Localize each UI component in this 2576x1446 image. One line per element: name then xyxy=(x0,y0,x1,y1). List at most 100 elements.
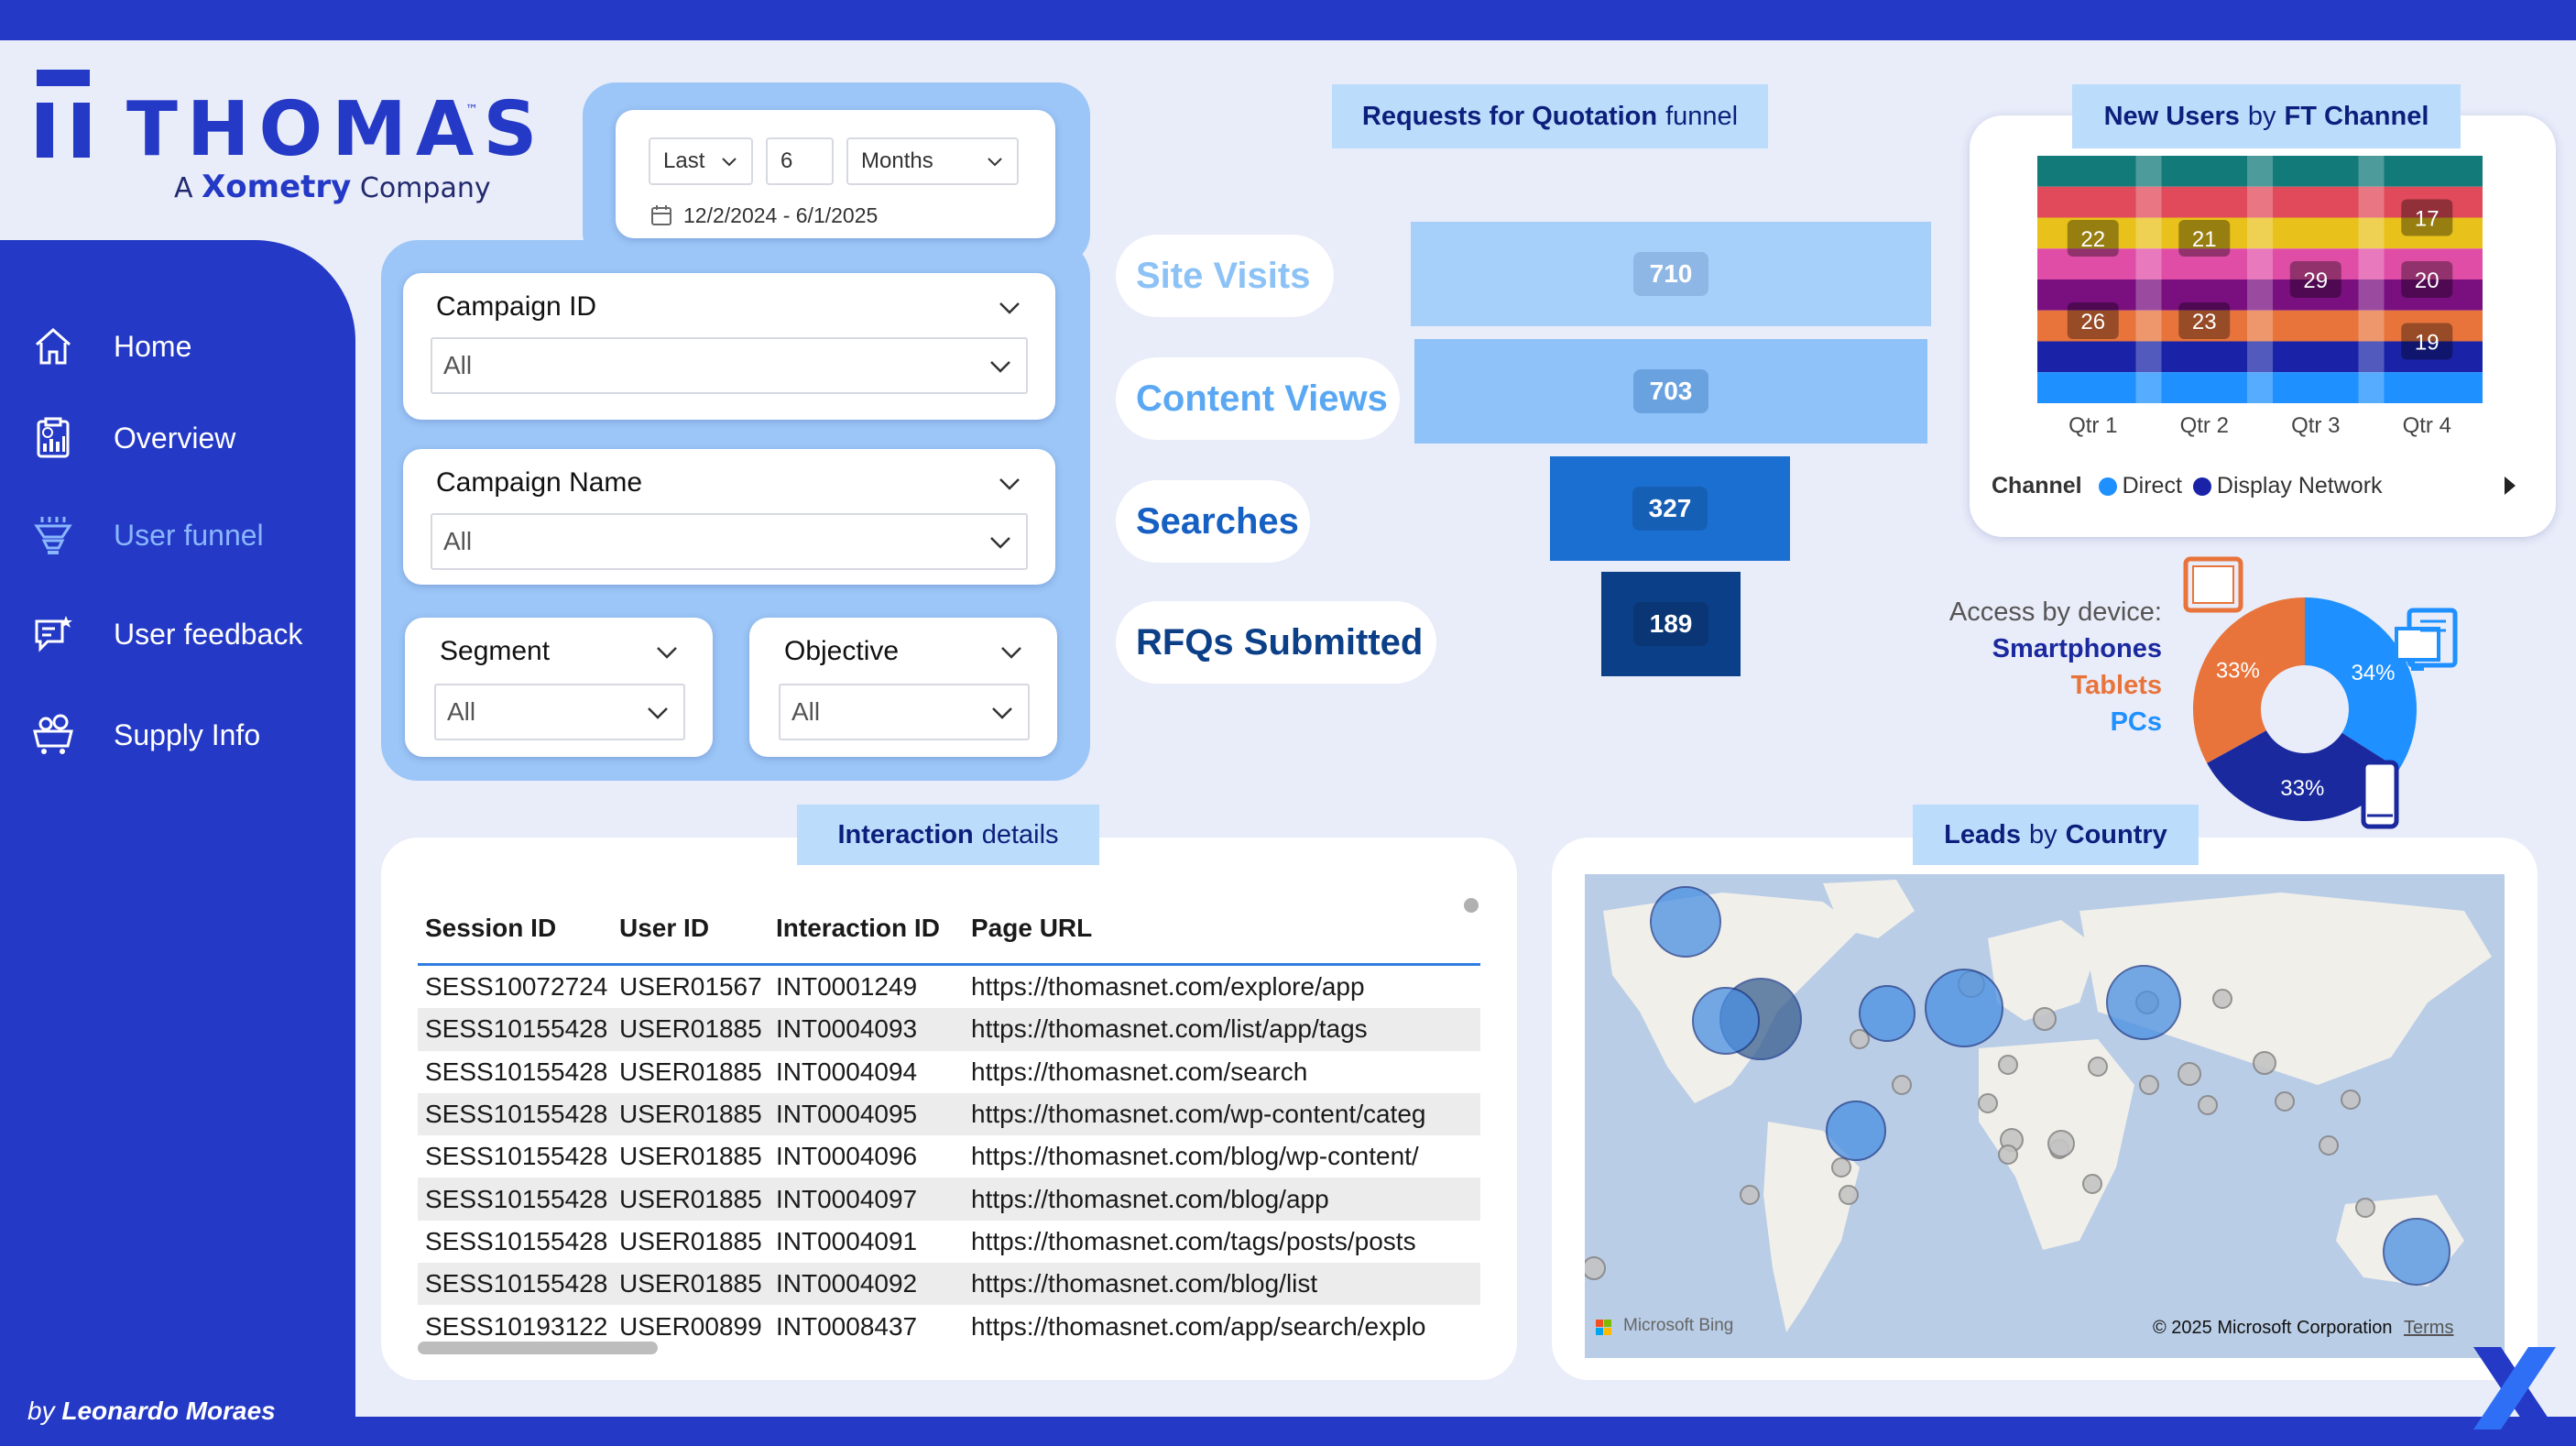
lead-bubble[interactable] xyxy=(2047,1130,2075,1157)
column-header[interactable]: Page URL xyxy=(964,914,1458,943)
table-row[interactable]: SESS10155428 USER01885 INT0004093 https:… xyxy=(418,1008,1480,1051)
table-row[interactable]: SESS10155428 USER01885 INT0004094 https:… xyxy=(418,1051,1480,1093)
legend-next-arrow-icon[interactable] xyxy=(2501,475,2519,497)
horizontal-scrollbar[interactable] xyxy=(418,1342,658,1354)
map-terms-link[interactable]: Terms xyxy=(2404,1318,2453,1339)
nav-item-supply-info[interactable]: Supply Info xyxy=(31,706,343,764)
segment-dropdown[interactable]: All xyxy=(434,684,685,740)
calendar-icon xyxy=(651,204,671,225)
lead-bubble[interactable] xyxy=(1826,1101,1886,1161)
cell-page-url: https://thomasnet.com/blog/wp-content/ xyxy=(971,1142,1419,1171)
lead-bubble[interactable] xyxy=(1850,1029,1870,1049)
column-header[interactable]: Session ID xyxy=(418,914,612,943)
cell-user-id: USER01885 xyxy=(619,1100,762,1129)
table-row[interactable]: SESS10155428 USER01885 INT0004095 https:… xyxy=(418,1092,1480,1136)
nav-item-user-funnel[interactable]: User funnel xyxy=(31,506,343,564)
funnel-icon xyxy=(34,517,72,554)
cell-page-url: https://thomasnet.com/app/search/explo xyxy=(971,1311,1426,1341)
lead-bubble[interactable] xyxy=(2178,1062,2201,1086)
chevron-down-icon[interactable] xyxy=(999,640,1024,665)
legend-label: Display Network xyxy=(2216,473,2383,498)
leads-bubble-map[interactable] xyxy=(1585,874,2505,1358)
nav-item-overview[interactable]: Overview xyxy=(31,409,343,467)
cell-page-url: https://thomasnet.com/list/app/tags xyxy=(971,1014,1368,1044)
lead-bubble[interactable] xyxy=(2106,965,2181,1040)
lead-bubble[interactable] xyxy=(1998,1055,2018,1075)
date-range: 12/2/2024 - 6/1/2025 xyxy=(650,203,878,228)
lead-bubble[interactable] xyxy=(2383,1218,2450,1286)
objective-dropdown[interactable]: All xyxy=(779,684,1030,740)
lead-bubble[interactable] xyxy=(2341,1090,2361,1110)
table-row[interactable]: SESS10072724 USER01567 INT0001249 https:… xyxy=(418,966,1480,1008)
funnel-bar[interactable]: 189 xyxy=(1601,572,1741,676)
lead-bubble[interactable] xyxy=(2139,1075,2159,1095)
device-label-smartphones: Smartphones xyxy=(1992,634,2162,663)
cell-interaction-id: INT0004093 xyxy=(776,1014,918,1044)
cell-interaction-id: INT0004095 xyxy=(776,1100,918,1129)
lead-bubble[interactable] xyxy=(2088,1057,2108,1077)
lead-bubble[interactable] xyxy=(1740,1185,1760,1205)
table-row[interactable]: SESS10155428 USER01885 INT0004092 https:… xyxy=(418,1263,1480,1306)
donut-slice-label: 34% xyxy=(2351,661,2395,685)
table-row[interactable]: SESS10155428 USER01885 INT0004097 https:… xyxy=(418,1178,1480,1221)
campaign-id-dropdown[interactable]: All xyxy=(431,337,1028,394)
stage-label-site-visits: Site Visits xyxy=(1116,235,1334,317)
legend-marker xyxy=(2192,477,2211,496)
cell-interaction-id: INT0004097 xyxy=(776,1184,918,1213)
lead-bubble[interactable] xyxy=(1892,1075,1912,1095)
lead-bubble[interactable] xyxy=(1978,1093,1998,1113)
date-relative-dropdown[interactable]: Last xyxy=(649,137,753,185)
cell-user-id: USER01885 xyxy=(619,1057,762,1086)
funnel-bar-value: 327 xyxy=(1632,487,1708,531)
lead-bubble[interactable] xyxy=(1839,1185,1859,1205)
funnel-bar[interactable]: 327 xyxy=(1550,456,1790,561)
brand-name: THOMAS xyxy=(126,86,547,173)
date-unit-dropdown[interactable]: Months xyxy=(846,137,1019,185)
cell-user-id: USER01885 xyxy=(619,1226,762,1255)
slicer-title: Campaign ID xyxy=(436,291,597,322)
chevron-down-icon[interactable] xyxy=(997,471,1022,497)
top-bar xyxy=(0,0,2576,40)
device-donut-chart[interactable]: 34% 33% 33% xyxy=(2180,555,2473,839)
funnel-bar[interactable]: 703 xyxy=(1414,339,1927,444)
cell-session-id: SESS10155428 xyxy=(425,1014,608,1044)
nav-item-user-feedback[interactable]: User feedback xyxy=(31,605,343,663)
campaign-name-dropdown[interactable]: All xyxy=(431,513,1028,570)
lead-bubble[interactable] xyxy=(2253,1051,2276,1075)
cell-page-url: https://thomasnet.com/blog/list xyxy=(971,1269,1318,1298)
lead-bubble[interactable] xyxy=(2198,1095,2218,1115)
lead-bubble[interactable] xyxy=(1925,969,2003,1047)
chevron-down-icon[interactable] xyxy=(654,640,680,665)
lead-bubble[interactable] xyxy=(2355,1198,2375,1218)
vertical-scrollbar[interactable] xyxy=(1464,898,1479,913)
ribbon-data-label: 23 xyxy=(2192,310,2217,334)
lead-bubble[interactable] xyxy=(1859,985,1916,1042)
lead-bubble[interactable] xyxy=(2212,989,2232,1009)
column-header[interactable]: Interaction ID xyxy=(769,914,964,943)
lead-bubble[interactable] xyxy=(2033,1007,2057,1031)
funnel-bar-value: 710 xyxy=(1632,252,1709,296)
nav-item-home[interactable]: Home xyxy=(31,317,343,376)
chevron-down-icon[interactable] xyxy=(997,295,1022,321)
lead-bubble[interactable] xyxy=(2319,1135,2339,1156)
lead-bubble[interactable] xyxy=(1585,1256,1606,1280)
lead-bubble[interactable] xyxy=(1650,886,1721,958)
chevron-down-icon xyxy=(988,158,1002,167)
new-users-ribbon-chart[interactable]: Qtr 1 Qtr 2 Qtr 3 Qtr 4 22 26 21 23 29 17 20 19 xyxy=(2037,156,2483,449)
lead-bubble[interactable] xyxy=(1692,987,1760,1055)
cell-session-id: SESS10155428 xyxy=(425,1142,608,1171)
table-header-row: Session ID User ID Interaction ID Page U… xyxy=(418,893,1480,966)
lead-bubble[interactable] xyxy=(1831,1157,1851,1178)
column-header[interactable]: User ID xyxy=(612,914,769,943)
lead-bubble[interactable] xyxy=(2082,1174,2102,1194)
chevron-down-icon xyxy=(990,361,1010,373)
lead-bubble[interactable] xyxy=(1998,1145,2018,1165)
supply-icon xyxy=(33,714,73,754)
cell-interaction-id: INT0004094 xyxy=(776,1057,918,1086)
table-row[interactable]: SESS10155428 USER01885 INT0004091 https:… xyxy=(418,1221,1480,1263)
lead-bubble[interactable] xyxy=(2275,1091,2295,1112)
date-count-input[interactable]: 6 xyxy=(766,137,834,185)
cell-session-id: SESS10155428 xyxy=(425,1226,608,1255)
table-row[interactable]: SESS10155428 USER01885 INT0004096 https:… xyxy=(418,1135,1480,1178)
funnel-bar[interactable]: 710 xyxy=(1411,222,1931,326)
